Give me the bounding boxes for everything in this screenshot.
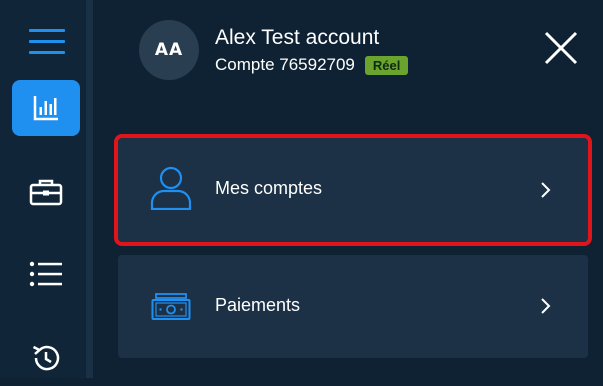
chevron-right-icon xyxy=(541,298,551,314)
sidebar xyxy=(0,0,86,378)
banknote-icon xyxy=(151,293,191,320)
sidebar-divider xyxy=(86,0,93,378)
orders-list-nav-button[interactable] xyxy=(12,246,80,302)
bar-chart-icon xyxy=(33,96,58,121)
close-icon xyxy=(544,31,578,65)
menu-item-label: Paiements xyxy=(215,295,301,315)
user-icon xyxy=(150,166,192,210)
list-icon xyxy=(29,261,62,287)
menu-item-paiements[interactable]: Paiements xyxy=(118,255,588,358)
close-button[interactable] xyxy=(541,28,581,68)
portfolio-nav-button[interactable] xyxy=(12,164,80,220)
charts-nav-button[interactable] xyxy=(12,80,80,136)
menu-item-label: Mes comptes xyxy=(215,178,323,198)
avatar: AA xyxy=(139,20,199,80)
account-name: Alex Test account xyxy=(215,26,380,49)
history-icon xyxy=(32,345,60,371)
menu-icon[interactable] xyxy=(29,29,65,54)
chevron-right-icon xyxy=(541,182,551,198)
account-number: Compte 76592709 xyxy=(215,55,355,74)
avatar-initials: AA xyxy=(154,40,184,60)
menu-item-mes-comptes[interactable]: Mes comptes xyxy=(114,134,592,246)
briefcase-icon xyxy=(29,179,63,206)
status-badge: Réel xyxy=(364,55,409,75)
account-number-row: Compte 76592709 Réel xyxy=(215,55,409,75)
